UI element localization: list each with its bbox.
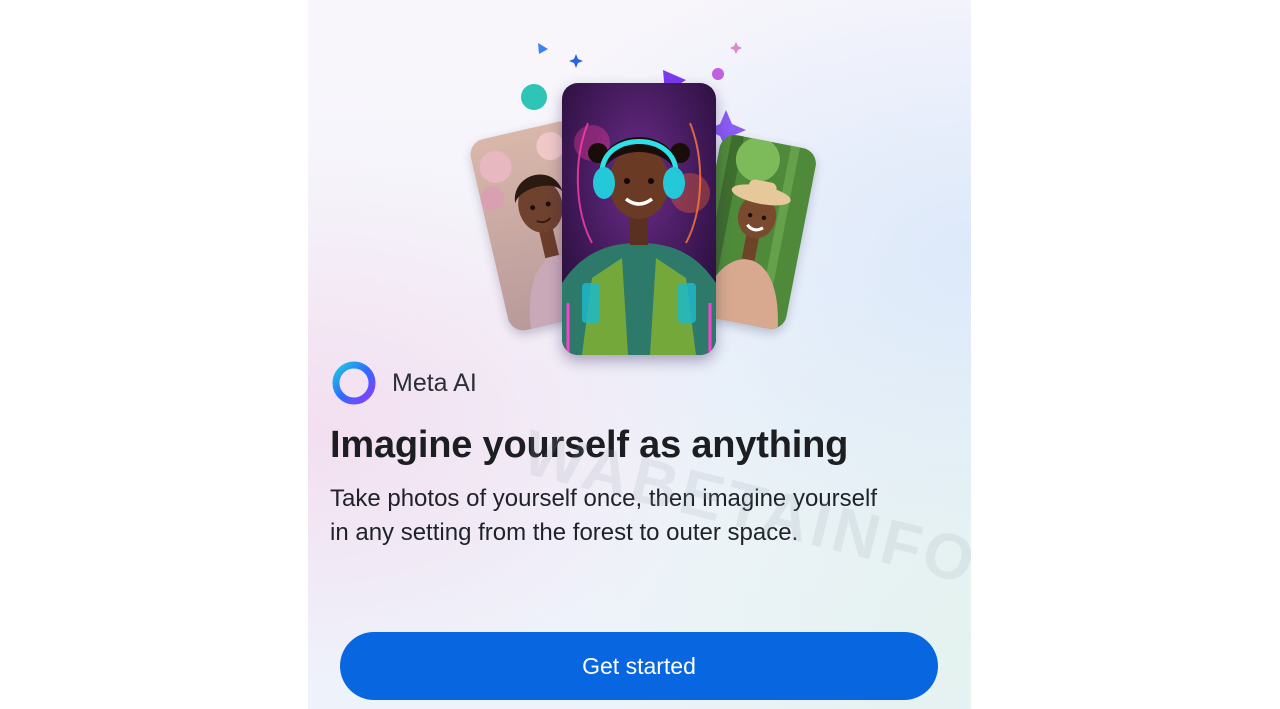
triangle-sparkle bbox=[538, 43, 548, 54]
hero-illustration bbox=[308, 0, 971, 370]
hero-image-center bbox=[562, 83, 716, 355]
star-sparkle bbox=[569, 54, 583, 68]
get-started-button[interactable]: Get started bbox=[340, 632, 938, 700]
onboarding-description: Take photos of yourself once, then imagi… bbox=[330, 485, 877, 546]
circle-sparkle bbox=[521, 84, 547, 110]
onboarding-title: Imagine yourself as anything bbox=[330, 424, 849, 466]
onboarding-panel: Meta AI Imagine yourself as anything Tak… bbox=[308, 0, 971, 709]
meta-ai-logo-icon bbox=[332, 361, 376, 405]
brand-name: Meta AI bbox=[392, 368, 477, 397]
star-sparkle bbox=[730, 42, 742, 54]
circle-sparkle bbox=[712, 68, 724, 80]
meta-ai-brand: Meta AI bbox=[330, 358, 477, 408]
